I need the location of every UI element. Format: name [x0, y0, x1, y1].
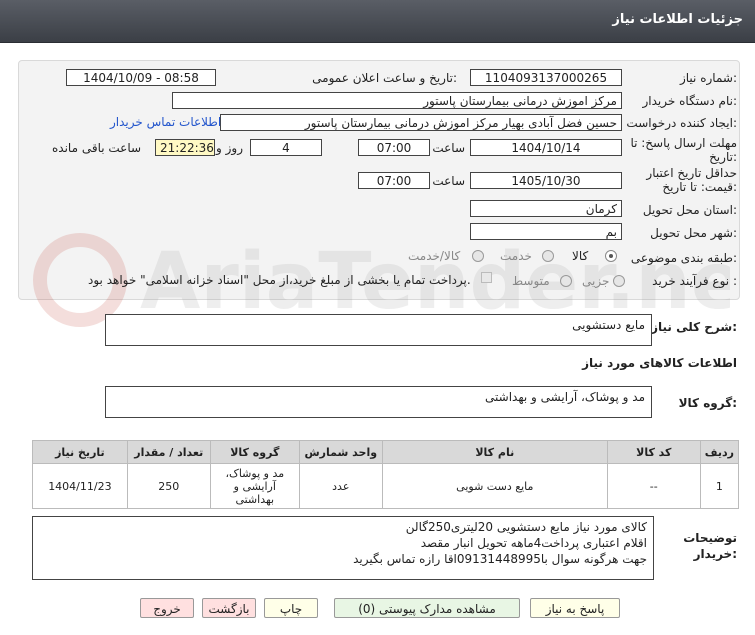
- goods-group-label: گروه کالا:: [678, 396, 737, 410]
- buyer-notes-field: کالای مورد نیاز مایع دستشویی 20لیتری250گ…: [32, 516, 654, 580]
- goods-table: ردیف کد کالا نام کالا واحد شمارش گروه کا…: [32, 440, 740, 509]
- cell-row-number: 1: [699, 463, 740, 509]
- exit-button[interactable]: خروج: [140, 598, 194, 618]
- summary-label: شرح کلی نیاز:: [651, 320, 737, 334]
- buyer-label: نام دستگاه خریدار:: [642, 94, 738, 108]
- need-number-field: 1104093137000265: [470, 69, 622, 86]
- process-option-small: جزیی: [582, 274, 610, 288]
- need-number-label: شماره نیاز:: [679, 71, 737, 85]
- category-label: طبقه بندی موضوعی:: [630, 251, 737, 265]
- print-button[interactable]: چاپ: [264, 598, 318, 618]
- city-field: بم: [470, 223, 622, 240]
- cell-unit: عدد: [298, 463, 383, 509]
- category-option-service: خدمت: [500, 249, 532, 263]
- announce-label: تاریخ و ساعت اعلان عمومی:: [312, 71, 457, 85]
- reply-button[interactable]: پاسخ به نیاز: [530, 598, 620, 618]
- cell-need-date: 1404/11/23: [32, 463, 128, 509]
- buyer-notes-label: توضیحات خریدار:: [683, 531, 737, 561]
- summary-field: مایع دستشویی: [105, 314, 652, 346]
- treasury-payment-note: پرداخت تمام یا بخشی از مبلغ خرید،از محل …: [88, 273, 471, 287]
- deadline-label: مهلت ارسال پاسخ: تا تاریخ:: [630, 136, 737, 164]
- notes-line: جهت هرگونه سوال با09131448995اقا رازه تم…: [353, 552, 647, 566]
- deadline-date-field: 1404/10/14: [470, 139, 622, 156]
- buyer-contact-link[interactable]: اطلاعات تماس خریدار: [110, 115, 221, 129]
- goods-section-title: اطلاعات کالاهای مورد نیاز: [582, 356, 737, 370]
- col-quantity: تعداد / مقدار: [126, 440, 211, 464]
- category-radio-goods[interactable]: [605, 250, 617, 262]
- deadline-time-field: 07:00: [358, 139, 430, 156]
- days-remaining-field: 4: [250, 139, 322, 156]
- category-option-goods: کالا: [572, 249, 589, 263]
- creator-field: حسین فضل آبادی بهیار مرکز اموزش درمانی ب…: [220, 114, 622, 131]
- col-group: گروه کالا: [209, 440, 300, 464]
- process-radio-small[interactable]: [613, 275, 625, 287]
- notes-line: کالای مورد نیاز مایع دستشویی 20لیتری250گ…: [405, 520, 647, 534]
- days-label: روز و: [216, 141, 243, 155]
- goods-group-field: مد و پوشاک، آرایشی و بهداشتی: [105, 386, 652, 418]
- process-radio-medium[interactable]: [560, 275, 572, 287]
- province-label: استان محل تحویل:: [642, 203, 737, 217]
- col-unit: واحد شمارش: [298, 440, 383, 464]
- category-radio-service[interactable]: [542, 250, 554, 262]
- buyer-field: مرکز اموزش درمانی بیمارستان پاستور: [172, 92, 622, 109]
- col-item-code: کد کالا: [606, 440, 701, 464]
- table-row: 1 -- مایع دست شویی عدد مد و پوشاک، آرایش…: [32, 463, 740, 509]
- remaining-label: ساعت باقی مانده: [52, 141, 142, 155]
- cell-group: مد و پوشاک، آرایشی و بهداشتی: [209, 463, 300, 509]
- col-item-name: نام کالا: [381, 440, 608, 464]
- category-option-both: کالا/خدمت: [408, 249, 461, 263]
- goods-table-header: ردیف کد کالا نام کالا واحد شمارش گروه کا…: [32, 440, 740, 464]
- cell-item-name: مایع دست شویی: [381, 463, 608, 509]
- page-title: جزئیات اطلاعات نیاز: [612, 12, 743, 27]
- announce-datetime-field: 1404/10/09 - 08:58: [66, 69, 216, 86]
- process-label: نوع فرآیند خرید :: [652, 274, 737, 288]
- cell-quantity: 250: [126, 463, 211, 509]
- treasury-payment-checkbox[interactable]: [481, 272, 492, 283]
- province-field: کرمان: [470, 200, 622, 217]
- notes-line: اقلام اعتباری پرداخت4ماهه تحویل انبار مق…: [420, 536, 647, 550]
- process-option-medium: متوسط: [512, 274, 550, 288]
- validity-time-field: 07:00: [358, 172, 430, 189]
- remaining-time-field: 21:22:36: [155, 139, 215, 156]
- validity-label: حداقل تاریخ اعتبار قیمت: تا تاریخ:: [646, 166, 737, 194]
- category-radio-both[interactable]: [472, 250, 484, 262]
- validity-date-field: 1405/10/30: [470, 172, 622, 189]
- deadline-time-label: ساعت: [432, 141, 465, 155]
- page-header: جزئیات اطلاعات نیاز: [0, 0, 755, 43]
- view-attachments-button[interactable]: مشاهده مدارک پیوستی (0): [334, 598, 520, 618]
- cell-item-code: --: [606, 463, 701, 509]
- city-label: شهر محل تحویل:: [650, 226, 737, 240]
- col-row-number: ردیف: [699, 440, 740, 464]
- creator-label: ایجاد کننده درخواست:: [626, 116, 737, 130]
- col-need-date: تاریخ نیاز: [32, 440, 128, 464]
- back-button[interactable]: بازگشت: [202, 598, 256, 618]
- validity-time-label: ساعت: [432, 174, 465, 188]
